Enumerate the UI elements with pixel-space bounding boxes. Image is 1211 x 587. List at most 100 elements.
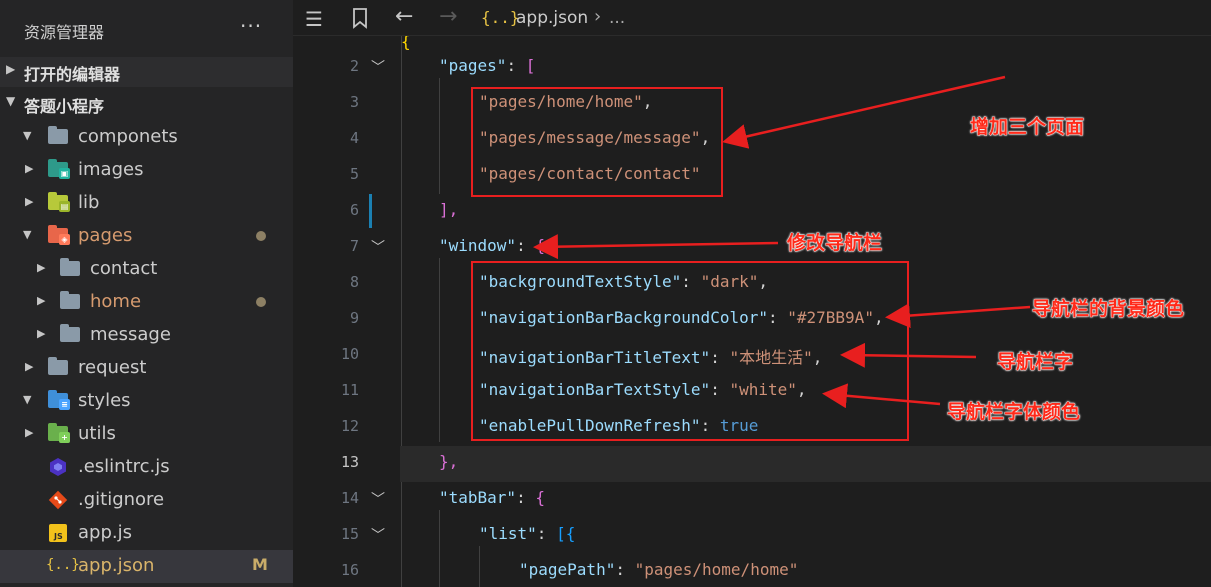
tree-item-label: utils: [78, 423, 116, 444]
tree-item-label: request: [78, 357, 147, 378]
fold-chevron-icon[interactable]: ﹀: [371, 489, 385, 509]
breadcrumb-more[interactable]: ...: [609, 8, 625, 28]
folder-icon: [60, 291, 80, 310]
code-text: ],: [439, 200, 459, 219]
tree-item-utils[interactable]: ▶ + utils: [0, 418, 293, 451]
tree-item-images[interactable]: ▶ ▣ images: [0, 154, 293, 187]
chevron-right-icon: ▶: [6, 62, 16, 76]
line-number: 6: [349, 201, 359, 219]
folder-icon: [48, 126, 68, 145]
tree-item-styles[interactable]: ▼ ≡ styles: [0, 385, 293, 418]
annotation-box-window: [471, 261, 909, 441]
chevron-right-icon: ▶: [37, 261, 46, 274]
chevron-right-icon: ▶: [37, 327, 46, 340]
chevron-down-icon: ▼: [6, 94, 16, 108]
tree-item-label: home: [90, 291, 142, 312]
tree-item-label: componets: [78, 126, 178, 147]
line-number: 8: [349, 273, 359, 291]
tree-item-label: pages: [78, 225, 133, 246]
chevron-down-icon: ▼: [23, 228, 32, 241]
tree-item-label: .gitignore: [78, 489, 165, 510]
more-actions-button[interactable]: ···: [240, 14, 262, 38]
annotation-nav-font-color: 导航栏字体颜色: [947, 401, 1081, 424]
json-icon: {..}: [481, 8, 520, 27]
tree-item-lib[interactable]: ▶ ▤ lib: [0, 187, 293, 220]
list-icon[interactable]: ☰: [305, 7, 323, 31]
modified-dot: [256, 297, 266, 307]
javascript-icon: JS: [48, 523, 68, 542]
chevron-right-icon: ▶: [25, 195, 34, 208]
tree-item-request[interactable]: ▶ request: [0, 352, 293, 385]
lib-folder-icon: ▤: [48, 192, 70, 212]
folder-icon: [60, 258, 80, 277]
line-number: 4: [349, 129, 359, 147]
annotation-box-pages: [471, 87, 723, 197]
explorer-sidebar: 资源管理器 ··· ▶ 打开的编辑器 ▼ 答题小程序 ▼ componets ▶…: [0, 0, 293, 587]
tree-item-app-js[interactable]: JS app.js: [0, 517, 293, 550]
code-line: 16 "pagePath": "pages/home/home": [293, 554, 1211, 587]
line-number: 15: [340, 525, 359, 543]
tree-item-home[interactable]: ▶ home: [0, 286, 293, 319]
project-section[interactable]: ▼ 答题小程序: [0, 89, 293, 119]
annotation-nav-text: 导航栏字: [997, 351, 1074, 374]
line-number: 14: [340, 489, 359, 507]
fold-chevron-icon[interactable]: ﹀: [371, 237, 385, 257]
tree-item-app-json[interactable]: {..} app.json M: [0, 550, 293, 583]
bookmark-icon[interactable]: [351, 7, 369, 34]
breadcrumb-file[interactable]: app.json: [516, 8, 588, 28]
tree-item-label: .eslintrc.js: [78, 456, 170, 477]
line-number: 16: [340, 561, 359, 579]
chevron-right-icon: ▶: [25, 162, 34, 175]
code-text: "tabBar": {: [439, 488, 545, 507]
breadcrumb-separator: ›: [594, 6, 602, 27]
line-number: 12: [340, 417, 359, 435]
tree-item-componets[interactable]: ▼ componets: [0, 121, 293, 154]
svg-text:JS: JS: [53, 532, 63, 541]
tree-item-label: message: [90, 324, 171, 345]
json-icon: {..}: [46, 557, 80, 573]
code-text: "window": {: [439, 236, 545, 255]
breadcrumb: ☰ ← → {..} app.json › ...: [293, 0, 1211, 36]
images-folder-icon: ▣: [48, 159, 70, 179]
tree-item-label: lib: [78, 192, 100, 213]
fold-chevron-icon[interactable]: ﹀: [371, 525, 385, 545]
line-number: 3: [349, 93, 359, 111]
chevron-right-icon: ▶: [25, 426, 34, 439]
annotation-modify-nav: 修改导航栏: [787, 232, 883, 255]
tree-item-pages[interactable]: ▼ ◈ pages: [0, 220, 293, 253]
code-line: 14 ﹀ "tabBar": {: [293, 482, 1211, 518]
tree-item-label: styles: [78, 390, 131, 411]
styles-folder-icon: ≡: [48, 390, 70, 410]
explorer-title: 资源管理器: [24, 23, 105, 42]
line-number: 2: [349, 57, 359, 75]
folder-icon: [48, 357, 68, 376]
open-editors-section[interactable]: ▶ 打开的编辑器: [0, 57, 293, 87]
git-icon: [48, 490, 68, 510]
utils-folder-icon: +: [48, 423, 70, 443]
fold-chevron-icon[interactable]: ﹀: [371, 57, 385, 77]
tree-item-eslintrc[interactable]: .eslintrc.js: [0, 451, 293, 484]
line-number: 5: [349, 165, 359, 183]
tree-item-message[interactable]: ▶ message: [0, 319, 293, 352]
chevron-right-icon: ▶: [25, 360, 34, 373]
forward-arrow-icon[interactable]: →: [439, 4, 457, 29]
tree-item-contact[interactable]: ▶ contact: [0, 253, 293, 286]
code-line: 15 ﹀ "list": [{: [293, 518, 1211, 554]
line-number: 13: [340, 453, 359, 471]
pages-folder-icon: ◈: [48, 225, 70, 245]
line-number: 10: [340, 345, 359, 363]
tree-item-label: contact: [90, 258, 158, 279]
explorer-header: 资源管理器 ···: [0, 0, 293, 55]
tree-item-gitignore[interactable]: .gitignore: [0, 484, 293, 517]
code-text: "pagePath": "pages/home/home": [519, 560, 799, 579]
code-text: },: [439, 452, 459, 471]
chevron-right-icon: ▶: [37, 294, 46, 307]
line-number: 11: [340, 381, 359, 399]
brace-remnant: {: [401, 36, 411, 51]
folder-icon: [60, 324, 80, 343]
modified-dot: [256, 231, 266, 241]
project-label: 答题小程序: [24, 97, 105, 116]
code-text: "pages": [: [439, 56, 536, 75]
code-line-current: 13 },: [341, 446, 1211, 482]
back-arrow-icon[interactable]: ←: [395, 4, 413, 29]
